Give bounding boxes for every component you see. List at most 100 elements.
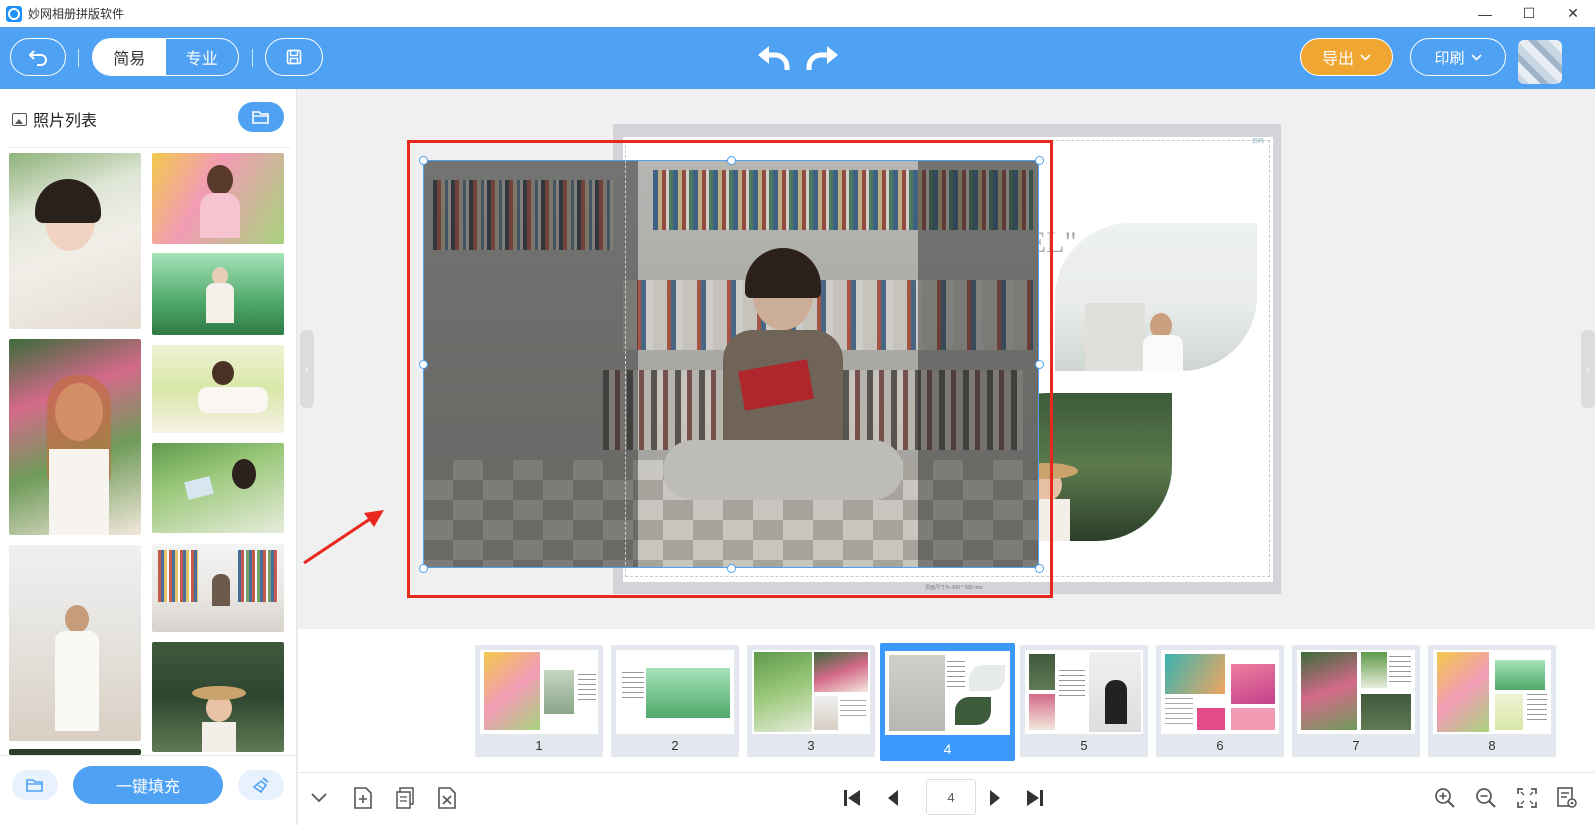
close-button[interactable]: ✕: [1551, 0, 1595, 27]
last-page-icon: [1027, 790, 1043, 806]
page-thumbnail-2[interactable]: 2: [611, 645, 739, 757]
thumbnail-preview: [1025, 650, 1143, 734]
annotation-arrow-icon: [303, 510, 384, 565]
copy-page-icon: [396, 787, 414, 809]
collapse-right-tab[interactable]: ‹: [1581, 330, 1595, 408]
page-settings-button[interactable]: [1554, 785, 1580, 811]
zoom-in-button[interactable]: [1432, 785, 1458, 811]
panel-footer-divider: [0, 755, 297, 756]
folder-icon: [252, 111, 269, 124]
export-button[interactable]: 导出: [1300, 38, 1393, 76]
clear-photos-button[interactable]: [238, 770, 284, 800]
image-icon: [12, 112, 27, 126]
title-bar: 妙网相册拼版软件 — ☐ ✕: [0, 0, 1595, 27]
print-label: 印刷: [1434, 49, 1465, 67]
app-title: 妙网相册拼版软件: [28, 7, 125, 21]
redo-icon[interactable]: [805, 43, 841, 73]
last-page-button[interactable]: [1022, 785, 1048, 811]
photo-thumbnail[interactable]: [152, 642, 284, 752]
leaf-photo-frame-top[interactable]: [1055, 223, 1257, 371]
chevron-left-icon: ‹: [305, 362, 309, 376]
chevron-left-icon: ‹: [1586, 362, 1590, 376]
add-page-icon: [354, 787, 372, 809]
thumbnail-number: 2: [671, 738, 679, 753]
minimize-button[interactable]: —: [1463, 0, 1507, 27]
photo-thumbnail[interactable]: [152, 153, 284, 244]
collapse-button[interactable]: [306, 785, 332, 811]
export-label: 导出: [1321, 51, 1354, 68]
back-button[interactable]: [10, 38, 66, 76]
chevron-down-icon: [311, 793, 327, 803]
photo-thumbnail[interactable]: [9, 339, 141, 535]
photo-thumbnail[interactable]: [152, 253, 284, 335]
add-page-button[interactable]: [350, 785, 376, 811]
undo-icon[interactable]: [755, 43, 791, 73]
thumbnail-preview: [480, 650, 598, 734]
import-folder-button[interactable]: [12, 770, 58, 800]
copy-page-button[interactable]: [392, 785, 418, 811]
user-avatar[interactable]: [1518, 40, 1562, 84]
thumbnail-preview: [1433, 650, 1551, 734]
panel-divider: [8, 147, 291, 148]
thumbnail-preview: [1297, 650, 1415, 734]
collapse-left-tab[interactable]: ‹: [300, 330, 314, 408]
next-page-icon: [990, 790, 1000, 806]
app-logo-icon: [6, 5, 22, 22]
thumbnail-number: 4: [943, 741, 952, 757]
zoom-out-icon: [1476, 788, 1496, 808]
page-thumbnail-6[interactable]: 6: [1156, 645, 1284, 757]
save-button[interactable]: [265, 38, 323, 76]
photo-list-header: 照片列表: [12, 107, 97, 131]
photo-thumbnail[interactable]: [9, 545, 141, 741]
thumbnail-preview: [1161, 650, 1279, 734]
page-thumbnail-5[interactable]: 5: [1020, 645, 1148, 757]
thumbnail-preview: [885, 651, 1010, 735]
first-page-button[interactable]: [839, 785, 865, 811]
photo-thumbnail[interactable]: [152, 345, 284, 433]
page-number-input[interactable]: 4: [926, 779, 976, 815]
toolbar-divider: [78, 49, 79, 67]
prev-page-icon: [888, 790, 898, 806]
auto-fill-button[interactable]: 一键填充: [73, 766, 223, 804]
prev-page-button[interactable]: [880, 785, 906, 811]
open-folder-button[interactable]: [238, 102, 284, 132]
mode-simple-tab[interactable]: 简易: [93, 39, 166, 75]
save-icon: [286, 49, 302, 65]
photo-list-panel: 照片列表 一键填充: [0, 89, 297, 825]
print-button[interactable]: 印刷: [1410, 38, 1506, 76]
thumbnail-number: 7: [1352, 738, 1360, 753]
back-icon: [28, 50, 47, 66]
photo-thumbnail[interactable]: [9, 153, 141, 329]
thumbnail-number: 3: [807, 738, 815, 753]
mode-pro-tab[interactable]: 专业: [166, 39, 239, 75]
page-thumbnail-4[interactable]: 4: [880, 643, 1015, 761]
page-thumbnail-1[interactable]: 1: [475, 645, 603, 757]
toolbar-divider: [252, 49, 253, 67]
page-thumbnail-3[interactable]: 3: [747, 645, 875, 757]
folder-icon: [26, 779, 43, 792]
fit-screen-button[interactable]: [1514, 785, 1540, 811]
mode-switch[interactable]: 简易 专业: [92, 38, 239, 76]
annotation-highlight-box: [407, 140, 1053, 598]
broom-icon: [252, 777, 269, 793]
delete-page-icon: [438, 787, 456, 809]
photo-list-title: 照片列表: [33, 113, 98, 130]
chevron-down-icon: [1470, 53, 1482, 61]
page-thumbnail-7[interactable]: 7: [1292, 645, 1420, 757]
settings-icon: [1557, 787, 1577, 808]
thumbnail-preview: [616, 650, 734, 734]
photo-thumbnail[interactable]: [152, 544, 284, 632]
next-page-button[interactable]: [982, 785, 1008, 811]
bottom-bar: 4: [298, 772, 1595, 825]
photo-thumbnail[interactable]: [152, 443, 284, 533]
delete-page-button[interactable]: [434, 785, 460, 811]
zoom-out-button[interactable]: [1473, 785, 1499, 811]
main-toolbar: 简易 专业 导出 印刷: [0, 27, 1595, 89]
chevron-down-icon: [1360, 53, 1371, 61]
page-thumbnail-8[interactable]: 8: [1428, 645, 1556, 757]
zoom-in-icon: [1435, 788, 1455, 808]
page-corner-label: 页码: [1252, 139, 1265, 145]
maximize-button[interactable]: ☐: [1507, 0, 1551, 27]
fit-screen-icon: [1517, 788, 1537, 808]
thumbnail-number: 8: [1488, 738, 1496, 753]
